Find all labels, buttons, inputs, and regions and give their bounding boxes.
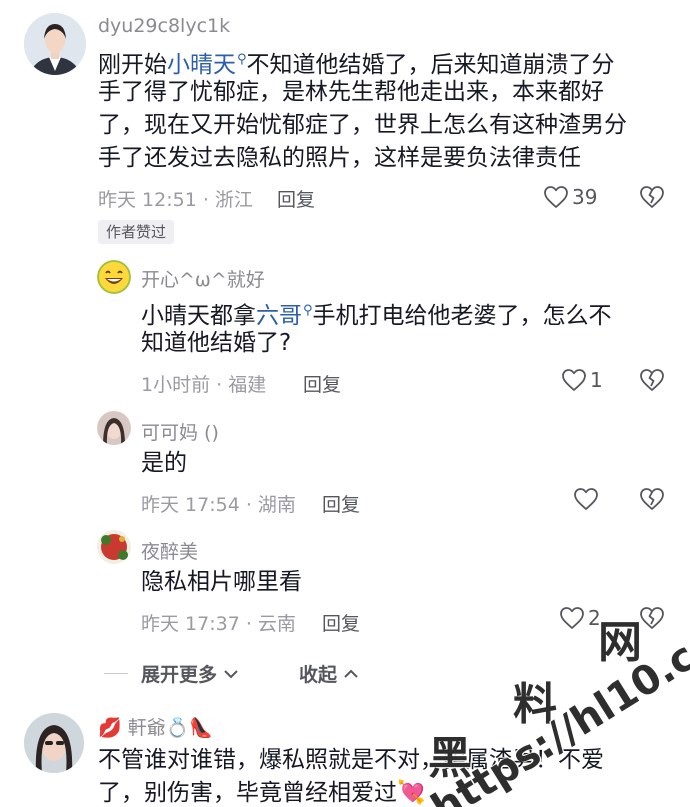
- heart-icon: [544, 186, 568, 208]
- mention-tag[interactable]: 小晴天⚲: [167, 52, 247, 78]
- search-icon: ⚲: [303, 303, 313, 318]
- avatar[interactable]: [97, 530, 131, 564]
- collapse-button[interactable]: 收起: [299, 660, 359, 687]
- comment-username[interactable]: 💋 軒爺💍👠: [98, 713, 213, 740]
- like-button[interactable]: 39: [543, 185, 597, 209]
- like-button[interactable]: 2: [559, 606, 601, 630]
- like-count: 39: [572, 185, 598, 209]
- reply-username[interactable]: 夜醉美: [141, 537, 198, 564]
- broken-heart-icon: [640, 369, 664, 391]
- reply-button[interactable]: 回复: [322, 490, 360, 517]
- broken-heart-icon: [640, 488, 664, 510]
- comment-text-line: 手了还发过去隐私的照片，这样是要负法律责任: [98, 145, 581, 171]
- reply-text-line: 知道他结婚了?: [141, 330, 292, 356]
- chevron-up-icon: [344, 669, 358, 678]
- reply-time-location: 昨天 17:37 · 云南: [141, 613, 296, 635]
- reply-time-location: 1小时前 · 福建: [141, 374, 267, 396]
- reply-button[interactable]: 回复: [303, 370, 341, 397]
- avatar[interactable]: [97, 260, 131, 294]
- broken-heart-icon: [640, 186, 664, 208]
- avatar[interactable]: [24, 713, 84, 773]
- reply-text-line: 隐私相片哪里看: [141, 569, 302, 595]
- heart-icon: [562, 369, 586, 391]
- chevron-down-icon: [224, 669, 238, 678]
- comment-time-location: 昨天 12:51 · 浙江: [98, 189, 253, 211]
- author-liked-badge: 作者赞过: [98, 220, 175, 244]
- like-button[interactable]: [573, 487, 599, 511]
- avatar[interactable]: [97, 411, 131, 445]
- reply-text-line: 是的: [141, 450, 187, 476]
- dislike-button[interactable]: [639, 185, 665, 213]
- reply-time-location: 昨天 17:54 · 湖南: [141, 494, 296, 516]
- watermark-url: https://hl10.co: [423, 618, 690, 807]
- reply-username[interactable]: 可可妈 (): [141, 418, 219, 445]
- mention-tag[interactable]: 六哥⚲: [256, 303, 313, 329]
- dislike-button[interactable]: [639, 606, 665, 634]
- expand-more-button[interactable]: 展开更多: [141, 660, 239, 687]
- reply-username[interactable]: 开心^ω^就好: [141, 265, 265, 292]
- comment-username[interactable]: dyu29c8lyc1k: [98, 15, 230, 37]
- reply-button[interactable]: 回复: [322, 609, 360, 636]
- like-button[interactable]: 1: [561, 368, 603, 392]
- divider-line: [104, 673, 128, 674]
- search-icon: ⚲: [237, 52, 247, 67]
- heart-icon: [560, 607, 584, 629]
- like-count: 1: [590, 368, 603, 392]
- broken-heart-icon: [640, 607, 664, 629]
- dislike-button[interactable]: [639, 368, 665, 396]
- dislike-button[interactable]: [639, 487, 665, 515]
- heart-icon: [574, 488, 598, 510]
- avatar[interactable]: [24, 13, 86, 75]
- reply-button[interactable]: 回复: [277, 185, 315, 212]
- comment-text-line: 了，别伤害，毕竟曾经相爱过💘: [98, 780, 426, 806]
- comment-text-line: 了，现在又开始忧郁症了，世界上怎么有这种渣男分: [98, 112, 627, 138]
- comment-text-line: 手了得了忧郁症，是林先生帮他走出来，本来都好: [98, 79, 604, 105]
